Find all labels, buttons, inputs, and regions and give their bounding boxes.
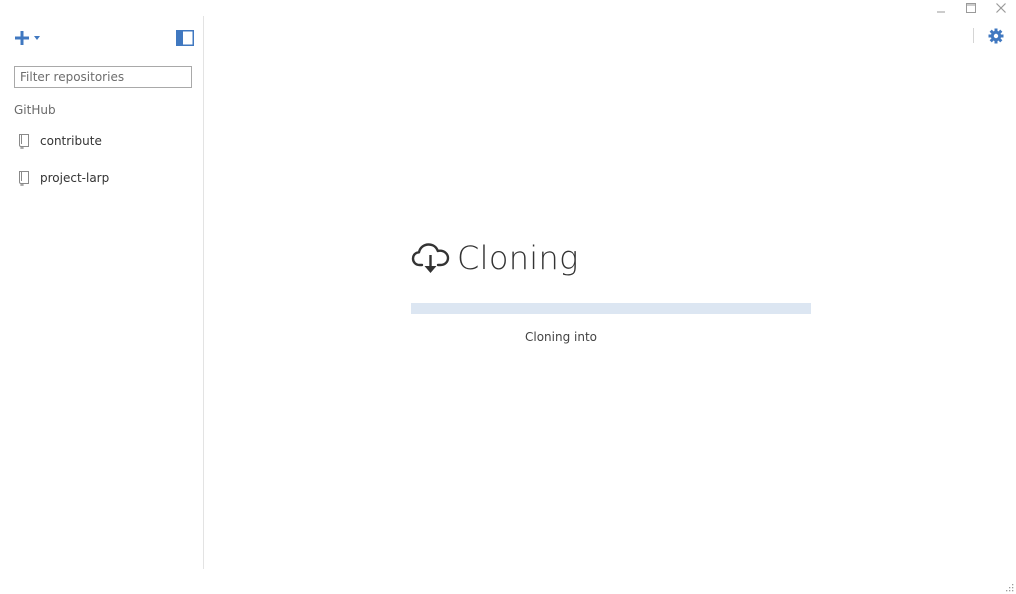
add-repository-button[interactable]: [14, 30, 42, 46]
repository-list: contribute project-larp: [0, 123, 203, 197]
cloning-title: Cloning: [457, 239, 579, 277]
window-controls: [926, 0, 1016, 16]
clone-status-text: Cloning into: [524, 330, 598, 344]
toolbar-divider: [973, 28, 974, 43]
resize-grip-icon[interactable]: [1006, 584, 1014, 592]
repository-sidebar: GitHub contribute project-larp: [0, 16, 204, 569]
maximize-button[interactable]: [956, 0, 986, 16]
toggle-sidebar-button[interactable]: [176, 30, 194, 46]
sidebar-toggle-icon: [176, 30, 194, 46]
caret-down-icon: [34, 36, 40, 40]
filter-repositories-input[interactable]: [14, 66, 192, 88]
minimize-icon: [937, 11, 945, 13]
repo-icon: [19, 134, 29, 149]
app-window: GitHub contribute project-larp: [0, 0, 1016, 594]
cloning-panel: Cloning Cloning into: [411, 236, 811, 356]
close-button[interactable]: [986, 0, 1016, 16]
cloud-download-icon: [411, 243, 450, 273]
repository-item-contribute[interactable]: contribute: [0, 123, 203, 160]
plus-icon: [15, 31, 29, 45]
maximize-icon: [966, 3, 976, 13]
repository-item-project-larp[interactable]: project-larp: [0, 160, 203, 197]
close-icon: [996, 3, 1006, 13]
minimize-button[interactable]: [926, 0, 956, 16]
repository-name: contribute: [40, 134, 102, 148]
gear-icon: [988, 28, 1004, 44]
repo-icon: [19, 171, 29, 186]
cloning-heading: Cloning: [411, 236, 579, 280]
clone-progress-bar: [411, 303, 811, 314]
repository-name: project-larp: [40, 171, 110, 185]
repository-group-label: GitHub: [14, 103, 56, 117]
sidebar-toolbar: [0, 16, 203, 60]
settings-button[interactable]: [988, 28, 1004, 44]
